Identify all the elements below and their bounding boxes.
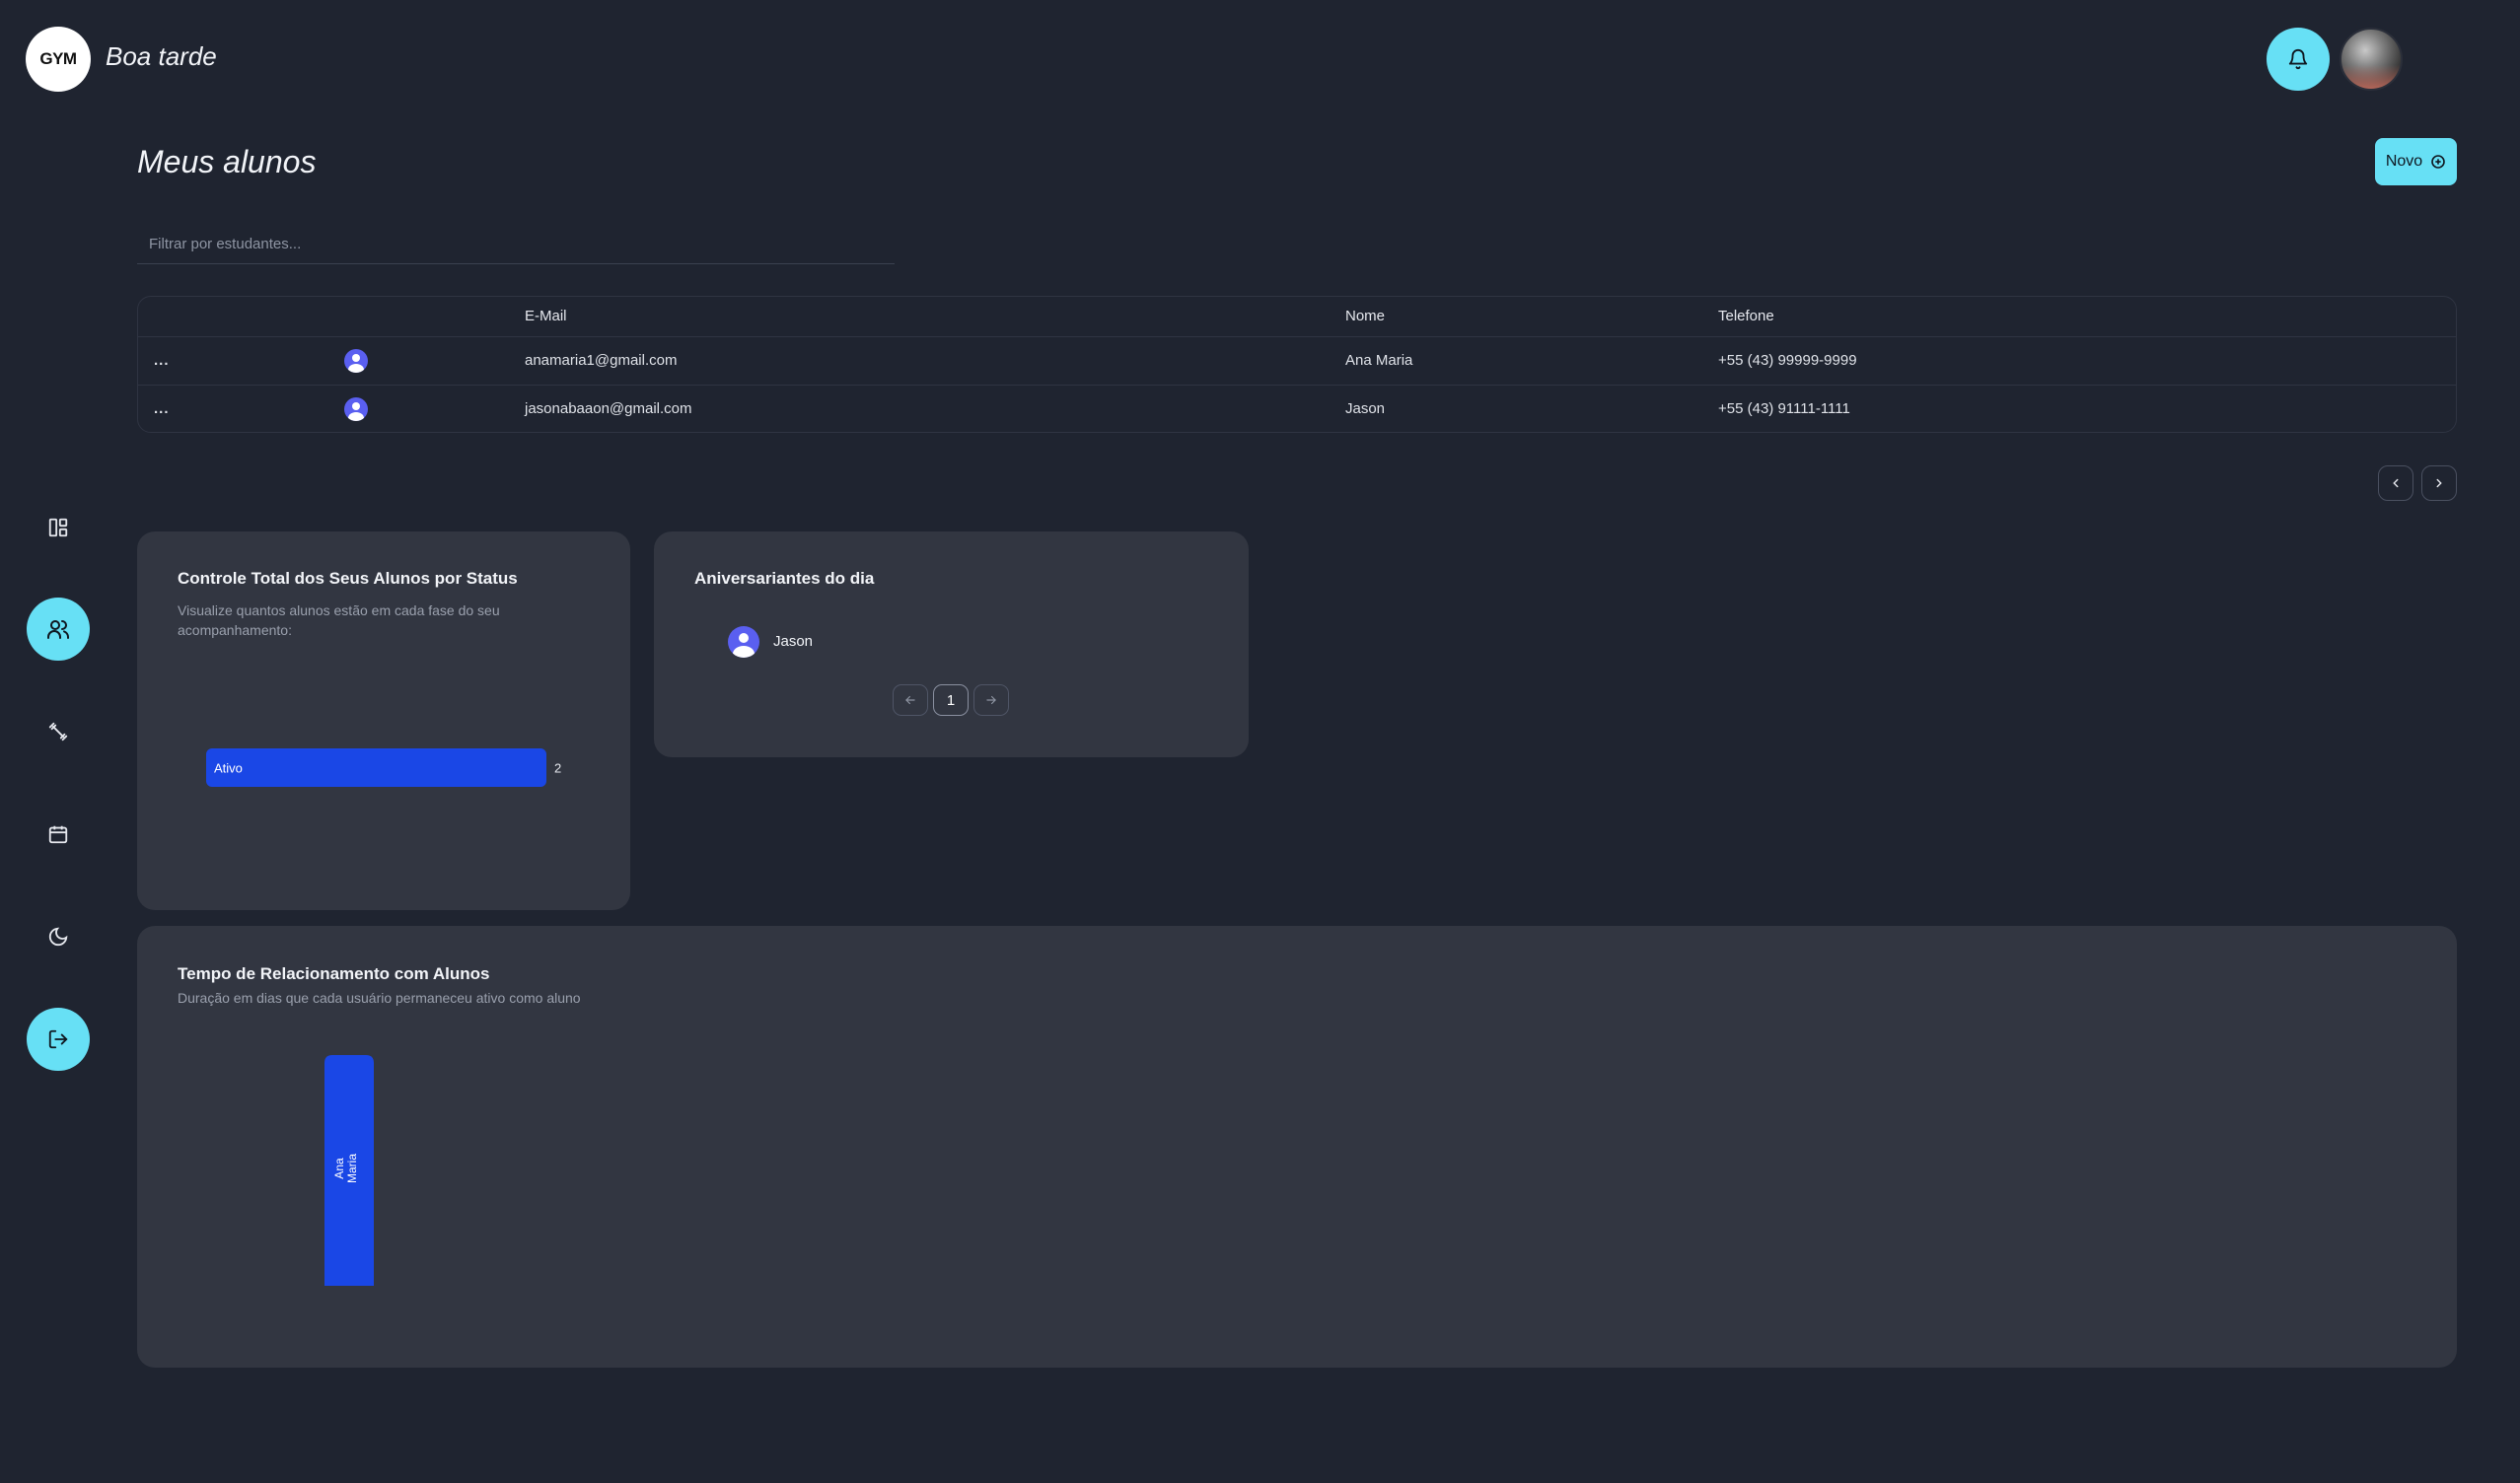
user-avatar-icon (344, 348, 368, 373)
new-student-button[interactable]: Novo (2375, 138, 2457, 185)
chevron-right-icon (2436, 478, 2442, 488)
status-card: Controle Total dos Seus Alunos por Statu… (137, 531, 630, 910)
birthday-prev-button[interactable] (893, 684, 928, 716)
users-icon (47, 620, 69, 639)
arrow-left-icon (905, 695, 915, 705)
sidebar-item-workouts[interactable] (27, 700, 90, 763)
table-prev-page-button[interactable] (2378, 465, 2413, 501)
birthday-page-1[interactable]: 1 (933, 684, 969, 716)
logout-button[interactable] (27, 1008, 90, 1071)
row-actions-button[interactable]: ... (154, 400, 170, 417)
moon-icon (48, 927, 68, 947)
table-header-row: E-Mail Nome Telefone (138, 297, 2456, 337)
row-actions-button[interactable]: ... (154, 352, 170, 369)
table-row: ... jasonabaaon@gmail.com Jason +55 (43)… (138, 385, 2456, 432)
cell-email: jasonabaaon@gmail.com (525, 400, 692, 418)
table-next-page-button[interactable] (2421, 465, 2457, 501)
sidebar-item-theme[interactable] (27, 905, 90, 968)
user-avatar[interactable] (2340, 28, 2403, 91)
relationship-bar-chart: AnaMaria (324, 1055, 374, 1286)
birthday-next-button[interactable] (973, 684, 1009, 716)
sidebar-item-dashboard[interactable] (27, 496, 90, 559)
page-title: Meus alunos (137, 144, 317, 179)
dashboard-icon (48, 518, 68, 537)
greeting-text: Boa tarde (106, 41, 217, 71)
column-header-name[interactable]: Nome (1345, 297, 1718, 337)
column-header-menu (138, 297, 344, 337)
new-button-label: Novo (2385, 153, 2423, 170)
logout-icon (48, 1029, 68, 1049)
column-header-email[interactable]: E-Mail (525, 297, 1345, 337)
table-row: ... anamaria1@gmail.com Ana Maria +55 (4… (138, 336, 2456, 386)
cell-name: Ana Maria (1345, 336, 1718, 386)
sidebar-item-calendar[interactable] (27, 803, 90, 866)
dumbbell-icon (48, 722, 68, 742)
birthday-person-avatar (728, 626, 759, 658)
birthday-person-name: Jason (773, 633, 814, 650)
chevron-left-icon (2393, 478, 2399, 488)
status-bar-ativo (206, 748, 546, 787)
relationship-card: Tempo de Relacionamento com Alunos Duraç… (137, 926, 2457, 1368)
user-avatar-icon (344, 396, 368, 421)
status-bar-label: Ativo (214, 761, 243, 776)
status-bar-value: 2 (554, 761, 561, 776)
column-header-phone[interactable]: Telefone (1718, 297, 2456, 337)
cell-phone: +55 (43) 91111-1111 (1718, 400, 1850, 418)
cell-email: anamaria1@gmail.com (525, 336, 1345, 386)
sidebar-item-students[interactable] (27, 598, 90, 661)
status-bar-chart: Ativo 2 (206, 748, 561, 787)
cell-phone: +55 (43) 99999-9999 (1718, 336, 2456, 386)
column-header-avatar (344, 297, 525, 337)
cell-name: Jason (1345, 400, 1386, 418)
bell-icon (2288, 49, 2308, 70)
birthday-card-title: Aniversariantes do dia (694, 569, 875, 588)
search-input[interactable] (137, 225, 895, 264)
notifications-button[interactable] (2267, 28, 2330, 91)
plus-circle-icon (2431, 155, 2445, 169)
arrow-right-icon (986, 695, 996, 705)
calendar-icon (48, 825, 68, 844)
gym-logo: GYM (26, 27, 91, 92)
students-table: E-Mail Nome Telefone ... anamaria1@gmail… (137, 296, 2457, 433)
